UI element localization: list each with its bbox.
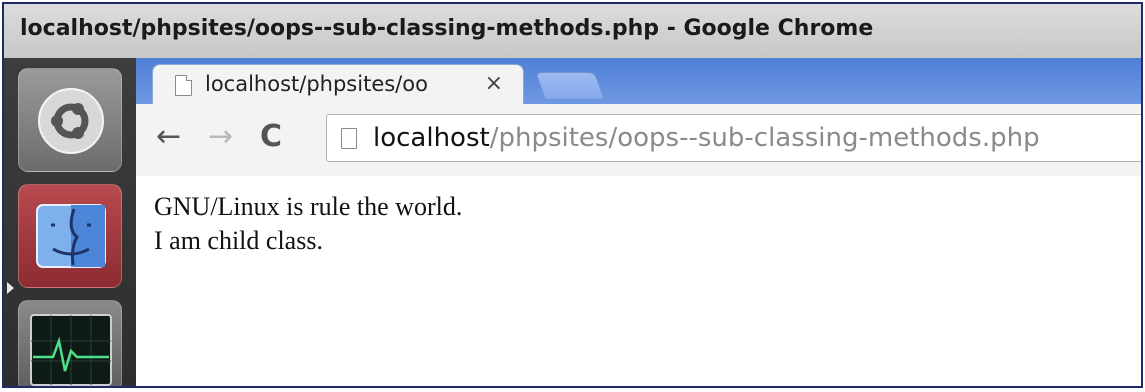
- url-host: localhost: [373, 123, 490, 153]
- tab-label: localhost/phpsites/oo: [205, 72, 428, 96]
- window-title: localhost/phpsites/oops--sub-classing-me…: [20, 16, 874, 41]
- tab-active[interactable]: localhost/phpsites/oo ×: [152, 64, 524, 104]
- tab-strip: localhost/phpsites/oo ×: [136, 58, 1141, 104]
- launcher-sidebar: [4, 58, 136, 386]
- active-app-indicator: [7, 282, 14, 294]
- launcher-item-home[interactable]: [18, 68, 122, 172]
- ubuntu-home-icon: [38, 88, 104, 154]
- tab-close-icon[interactable]: ×: [485, 71, 503, 96]
- page-icon: [175, 75, 192, 96]
- reload-button[interactable]: C: [260, 122, 282, 152]
- system-monitor-icon: [30, 314, 112, 386]
- back-button[interactable]: ←: [156, 122, 181, 152]
- launcher-item-system-monitor[interactable]: [18, 300, 122, 386]
- output-line-1: GNU/Linux is rule the world.: [154, 192, 463, 221]
- address-bar[interactable]: localhost/phpsites/oops--sub-classing-me…: [326, 114, 1141, 162]
- new-tab-button[interactable]: [534, 72, 606, 100]
- window-frame: localhost/phpsites/oops--sub-classing-me…: [2, 2, 1143, 388]
- page-content: GNU/Linux is rule the world. I am child …: [136, 176, 1141, 386]
- finder-icon: [36, 204, 106, 268]
- address-url[interactable]: localhost/phpsites/oops--sub-classing-me…: [373, 123, 1040, 153]
- url-path: /phpsites/oops--sub-classing-methods.php: [489, 123, 1040, 153]
- window-titlebar[interactable]: localhost/phpsites/oops--sub-classing-me…: [4, 4, 1141, 59]
- output-line-2: I am child class.: [154, 226, 323, 255]
- browser-chrome: localhost/phpsites/oo × ← → C localhost/…: [136, 58, 1141, 177]
- forward-button[interactable]: →: [208, 122, 233, 152]
- browser-toolbar: ← → C localhost/phpsites/oops--sub-class…: [136, 104, 1141, 177]
- launcher-item-finder[interactable]: [18, 184, 122, 288]
- page-icon: [341, 128, 357, 149]
